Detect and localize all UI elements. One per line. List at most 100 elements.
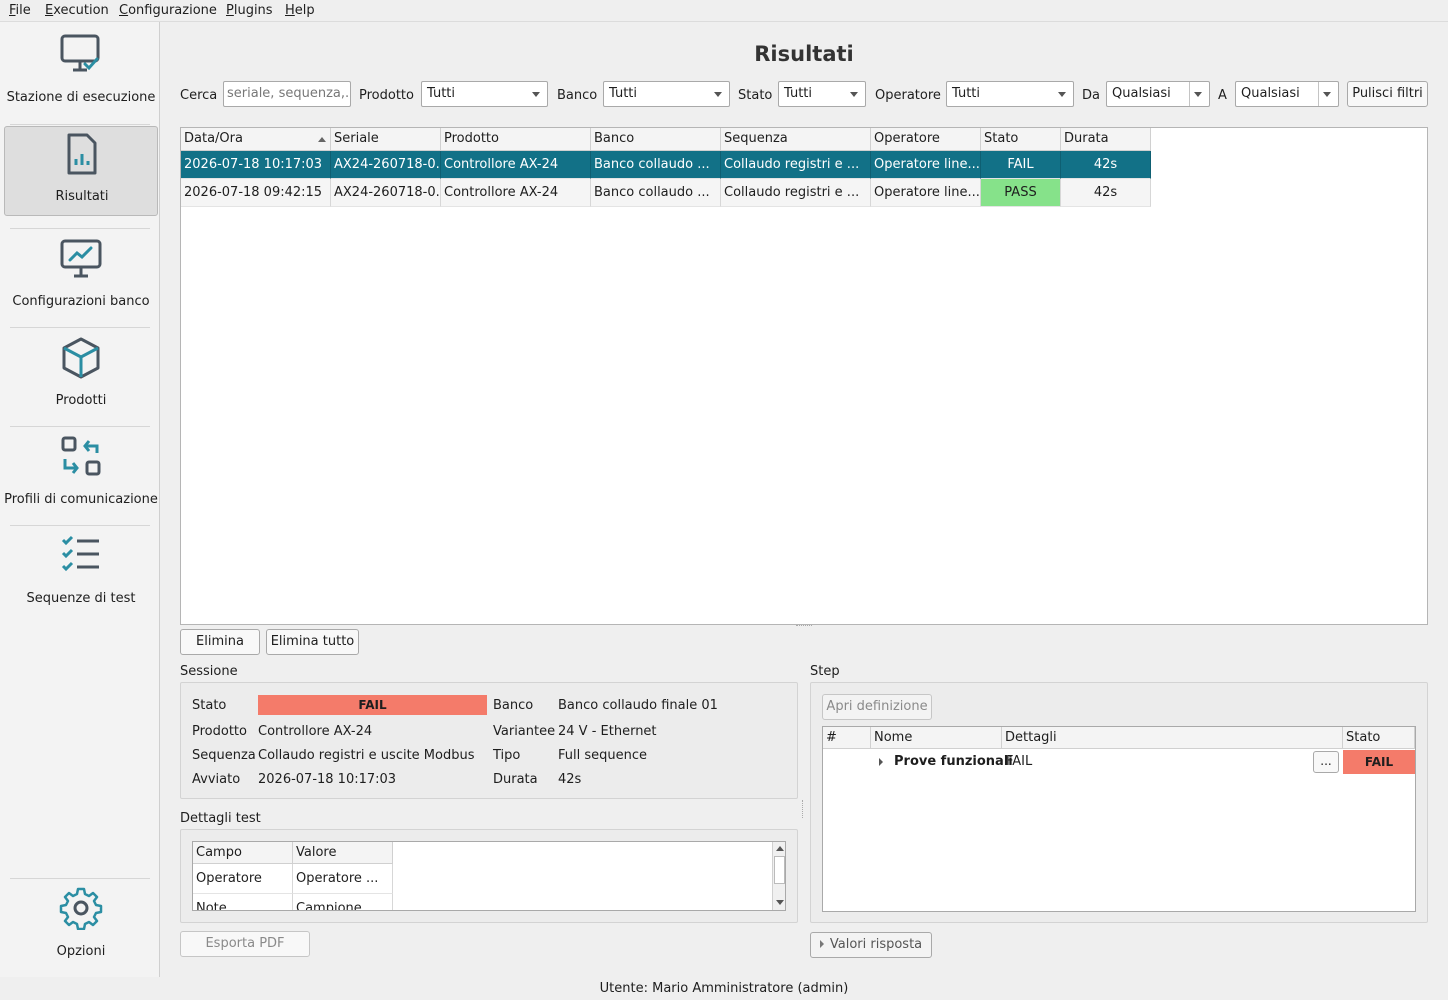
sidebar-item-label: Configurazioni banco: [12, 294, 150, 309]
menu-configurazione[interactable]: Configurazione: [119, 3, 217, 18]
to-date-label: A: [1218, 88, 1227, 103]
cell-product: Controllore AX-24: [441, 179, 591, 207]
splitter-handle[interactable]: [802, 800, 805, 818]
column-header-seriale[interactable]: Seriale: [331, 128, 441, 151]
session-duration-label: Durata: [493, 772, 538, 787]
details-section-title: Dettagli test: [180, 811, 261, 826]
delete-button[interactable]: Elimina: [180, 629, 260, 655]
session-type-label: Tipo: [493, 748, 521, 763]
column-header-valore[interactable]: Valore: [293, 842, 393, 864]
operator-filter-select[interactable]: Tutti: [946, 81, 1074, 107]
cell-duration: 42s: [1061, 179, 1151, 207]
open-definition-button[interactable]: Apri definizione: [822, 694, 932, 720]
cell-sequence: Collaudo registri e ...: [721, 179, 871, 207]
session-started-value: 2026-07-18 10:17:03: [258, 772, 397, 787]
search-input[interactable]: seriale, sequenza,...: [223, 81, 351, 107]
combo-divider: [1189, 82, 1190, 106]
step-name: Prove funzionali: [894, 754, 1013, 769]
session-duration-value: 42s: [558, 772, 582, 787]
column-header-prodotto[interactable]: Prodotto: [441, 128, 591, 151]
column-header-dettagli[interactable]: Dettagli: [1002, 727, 1343, 749]
sidebar-item-risultati[interactable]: Risultati: [4, 126, 158, 216]
cell-sequence: Collaudo registri e ...: [721, 151, 871, 179]
sidebar-item-label: Sequenze di test: [26, 591, 136, 606]
column-header-campo[interactable]: Campo: [193, 842, 293, 864]
column-header-sequenza[interactable]: Sequenza: [721, 128, 871, 151]
menu-file[interactable]: File: [9, 3, 31, 18]
sidebar-divider: [10, 525, 150, 526]
from-date-value: Qualsiasi: [1112, 86, 1171, 101]
steps-table: # Nome Dettagli Stato Prove funzionali F…: [822, 726, 1416, 912]
menu-help[interactable]: Help: [285, 3, 315, 18]
response-values-toggle[interactable]: Valori risposta: [810, 932, 932, 958]
menu-bar: File Execution Configurazione Plugins He…: [0, 0, 1448, 22]
cell-field: Operatore: [193, 864, 293, 894]
details-table: Campo Valore Operatore Operatore ... Not…: [192, 841, 786, 911]
clear-filters-button[interactable]: Pulisci filtri: [1347, 81, 1428, 107]
sidebar-item-stazione[interactable]: Stazione di esecuzione: [4, 26, 158, 121]
sidebar-item-profili[interactable]: Profili di comunicazione: [4, 430, 158, 520]
column-header-banco[interactable]: Banco: [591, 128, 721, 151]
cell-operator: Operatore line...: [871, 151, 981, 179]
report-chart-icon: [67, 133, 97, 175]
sidebar-divider: [10, 327, 150, 328]
scroll-up-icon[interactable]: [776, 846, 784, 851]
splitter-handle[interactable]: [796, 625, 812, 628]
product-filter-value: Tutti: [427, 86, 456, 101]
session-product-value: Controllore AX-24: [258, 724, 373, 739]
search-label: Cerca: [180, 88, 218, 103]
cell-bench: Banco collaudo ...: [591, 179, 721, 207]
column-header-stato[interactable]: Stato: [981, 128, 1061, 151]
sidebar-item-prodotti[interactable]: Prodotti: [4, 331, 158, 421]
delete-all-button[interactable]: Elimina tutto: [266, 629, 359, 655]
column-header-stato[interactable]: Stato: [1343, 727, 1415, 749]
from-date-label: Da: [1082, 88, 1100, 103]
cell-product: Controllore AX-24: [441, 151, 591, 179]
cell-serial: AX24-260718-0...: [331, 179, 441, 207]
column-header-operatore[interactable]: Operatore: [871, 128, 981, 151]
column-header-label: Data/Ora: [184, 131, 243, 146]
to-date-value: Qualsiasi: [1241, 86, 1300, 101]
operator-filter-value: Tutti: [952, 86, 981, 101]
monitor-check-icon: [60, 34, 100, 72]
session-variant-value: 24 V - Ethernet: [558, 724, 657, 739]
session-state-badge: FAIL: [258, 695, 487, 715]
column-header-nome[interactable]: Nome: [871, 727, 1002, 749]
product-filter-select[interactable]: Tutti: [421, 81, 548, 107]
column-header-data-ora[interactable]: Data/Ora: [181, 128, 331, 151]
column-header-number[interactable]: #: [823, 727, 871, 749]
cell-operator: Operatore line...: [871, 179, 981, 207]
sidebar-item-label: Profili di comunicazione: [4, 492, 158, 507]
product-filter-label: Prodotto: [359, 88, 414, 103]
session-sequence-label: Sequenza: [192, 748, 256, 763]
scroll-down-icon[interactable]: [776, 900, 784, 905]
bench-filter-value: Tutti: [609, 86, 638, 101]
bench-filter-select[interactable]: Tutti: [603, 81, 730, 107]
cell-datetime: 2026-07-18 09:42:15: [181, 179, 331, 207]
export-pdf-button[interactable]: Esporta PDF: [180, 931, 310, 957]
to-date-picker[interactable]: Qualsiasi: [1235, 81, 1339, 107]
sidebar-item-configurazioni-banco[interactable]: Configurazioni banco: [4, 232, 158, 322]
state-filter-select[interactable]: Tutti: [778, 81, 866, 107]
sidebar-item-sequenze[interactable]: Sequenze di test: [4, 529, 158, 619]
step-more-button[interactable]: ...: [1313, 751, 1339, 773]
checklist-icon: [61, 535, 99, 572]
sort-ascending-icon: [318, 137, 326, 142]
sidebar-item-label: Stazione di esecuzione: [6, 90, 156, 105]
cell-field: Note: [193, 894, 293, 910]
cell-value: Operatore ...: [293, 864, 393, 894]
scrollbar-thumb[interactable]: [774, 856, 785, 884]
expand-arrow-icon[interactable]: [879, 758, 883, 766]
session-variant-label: Variantee: [493, 724, 556, 739]
from-date-picker[interactable]: Qualsiasi: [1106, 81, 1210, 107]
menu-execution[interactable]: Execution: [45, 3, 109, 18]
step-details: FAIL: [1006, 754, 1033, 769]
sidebar-item-opzioni[interactable]: Opzioni: [4, 882, 158, 972]
column-header-durata[interactable]: Durata: [1061, 128, 1151, 151]
status-bar: Utente: Mario Amministratore (admin): [599, 981, 849, 996]
chevron-down-icon: [1194, 92, 1202, 97]
menu-plugins[interactable]: Plugins: [226, 3, 273, 18]
sidebar-item-label: Prodotti: [55, 393, 107, 408]
response-values-label: Valori risposta: [829, 937, 923, 952]
vertical-scrollbar[interactable]: [772, 842, 785, 910]
